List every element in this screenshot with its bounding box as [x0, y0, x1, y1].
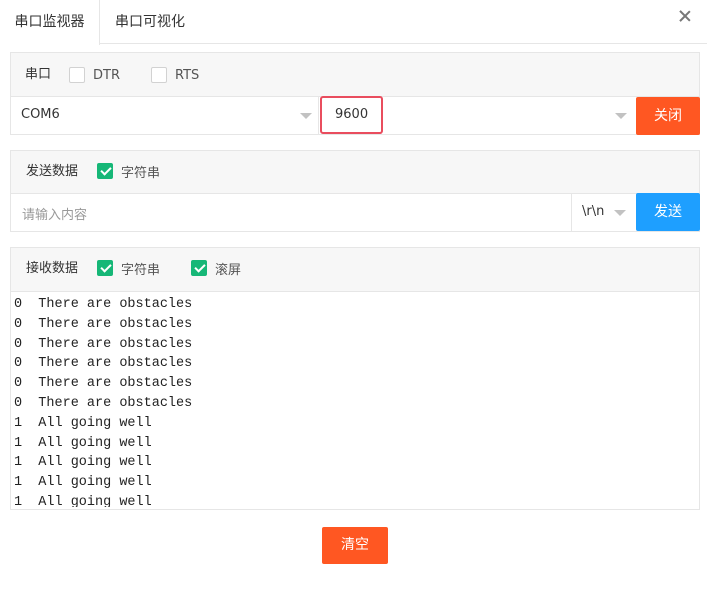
serial-controls-row: COM6 9600 关闭: [11, 96, 700, 135]
send-input[interactable]: 请输入内容: [11, 194, 572, 232]
send-title: 发送数据: [26, 164, 79, 179]
log-line: 1 All going well: [14, 455, 152, 471]
log-line: 1 All going well: [14, 435, 152, 451]
port-select[interactable]: COM6: [11, 97, 319, 135]
baud-value: 9600: [335, 107, 369, 122]
chevron-down-icon: [614, 210, 626, 216]
tab-serial-monitor[interactable]: 串口监视器: [0, 0, 100, 45]
dtr-label: DTR: [93, 67, 120, 83]
chevron-down-icon: [615, 113, 627, 119]
rts-label: RTS: [175, 67, 200, 83]
log-line: 1 All going well: [14, 415, 152, 431]
port-value: COM6: [21, 107, 60, 122]
log-line: 0 There are obstacles: [14, 316, 193, 332]
serial-panel: 串口 DTR RTS COM6 9600 关闭: [10, 52, 700, 135]
rts-checkbox[interactable]: RTS: [151, 66, 199, 84]
log-line: 0 There are obstacles: [14, 356, 193, 372]
log-line: 1 All going well: [14, 475, 152, 491]
scroll-checkbox[interactable]: 滚屏: [191, 259, 242, 278]
line-ending-value: \r\n: [582, 204, 605, 219]
clear-button[interactable]: 清空: [322, 527, 388, 564]
log-line: 0 There are obstacles: [14, 376, 193, 392]
serial-title: 串口: [25, 67, 52, 82]
chevron-down-icon: [300, 113, 312, 119]
checkbox-checked-icon: [97, 260, 113, 276]
tab-serial-visualization[interactable]: 串口可视化: [100, 0, 200, 44]
send-input-placeholder: 请输入内容: [22, 208, 88, 223]
log-line: 0 There are obstacles: [14, 297, 193, 312]
close-icon[interactable]: [677, 8, 693, 24]
send-button[interactable]: 发送: [636, 193, 700, 231]
send-string-checkbox[interactable]: 字符串: [97, 162, 161, 181]
tab-bar: 串口监视器 串口可视化: [0, 0, 707, 45]
receive-panel: 接收数据 字符串 滚屏 0 There are obstacles 0 Ther…: [10, 247, 700, 510]
checkbox-empty-icon: [69, 67, 85, 83]
receive-string-label: 字符串: [121, 262, 161, 278]
checkbox-empty-icon: [151, 67, 167, 83]
receive-log[interactable]: 0 There are obstacles 0 There are obstac…: [11, 292, 699, 507]
receive-string-checkbox[interactable]: 字符串: [97, 259, 161, 278]
send-panel-header: 发送数据 字符串: [11, 151, 699, 194]
baud-select[interactable]: 9600: [319, 96, 635, 135]
close-port-button[interactable]: 关闭: [636, 97, 700, 135]
checkbox-checked-icon: [97, 163, 113, 179]
log-line: 0 There are obstacles: [14, 336, 193, 352]
receive-title: 接收数据: [26, 261, 79, 276]
checkbox-checked-icon: [191, 260, 207, 276]
line-ending-select[interactable]: \r\n: [572, 194, 635, 232]
scroll-label: 滚屏: [215, 262, 242, 278]
receive-panel-header: 接收数据 字符串 滚屏: [11, 248, 699, 292]
dtr-checkbox[interactable]: DTR: [69, 66, 120, 84]
send-controls-row: 请输入内容 \r\n 发送: [11, 193, 700, 232]
send-panel: 发送数据 字符串 请输入内容 \r\n 发送: [10, 150, 700, 232]
serial-panel-header: 串口 DTR RTS: [11, 53, 699, 97]
log-line: 0 There are obstacles: [14, 395, 193, 411]
send-string-label: 字符串: [121, 165, 161, 181]
log-line: 1 All going well: [14, 494, 152, 507]
